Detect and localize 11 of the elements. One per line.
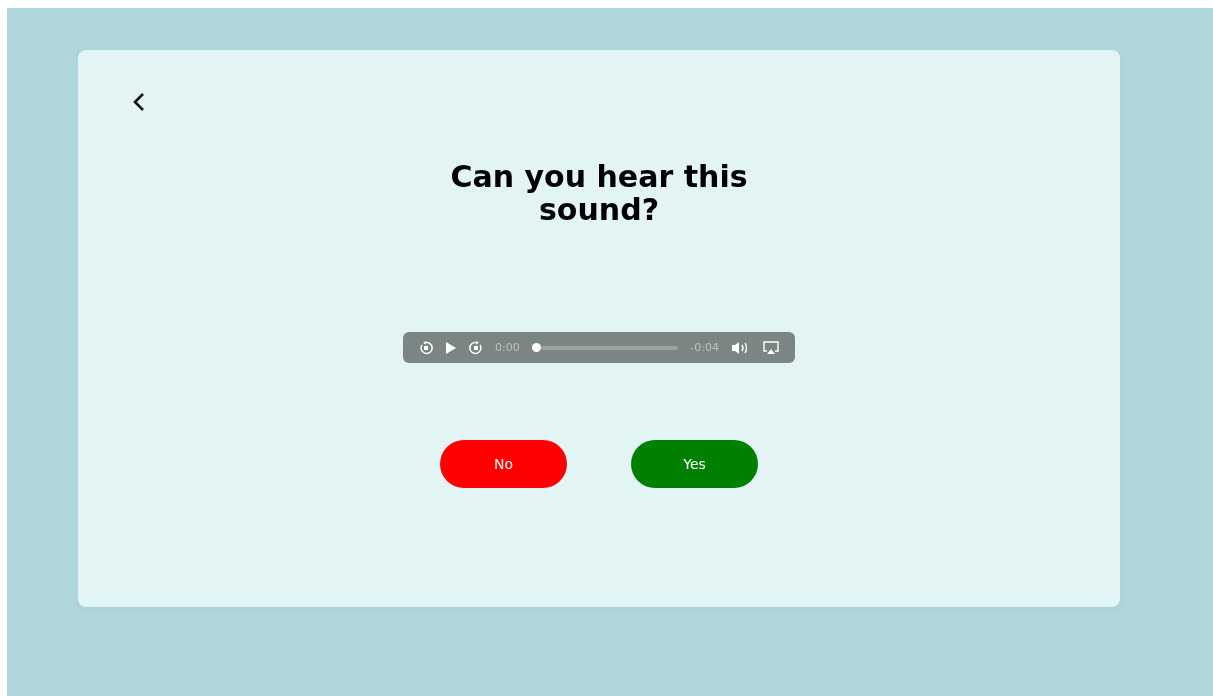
no-button[interactable]: No <box>440 440 567 488</box>
remaining-time: -0:04 <box>690 341 719 354</box>
yes-button[interactable]: Yes <box>631 440 758 488</box>
progress-thumb[interactable] <box>531 343 541 352</box>
current-time: 0:00 <box>495 341 520 354</box>
play-icon[interactable] <box>445 340 457 355</box>
back-icon[interactable] <box>133 92 145 112</box>
skip-forward-icon[interactable] <box>469 340 483 355</box>
skip-back-icon[interactable] <box>419 340 433 355</box>
question-title: Can you hear this sound? <box>449 160 749 226</box>
airplay-icon[interactable] <box>763 340 779 355</box>
